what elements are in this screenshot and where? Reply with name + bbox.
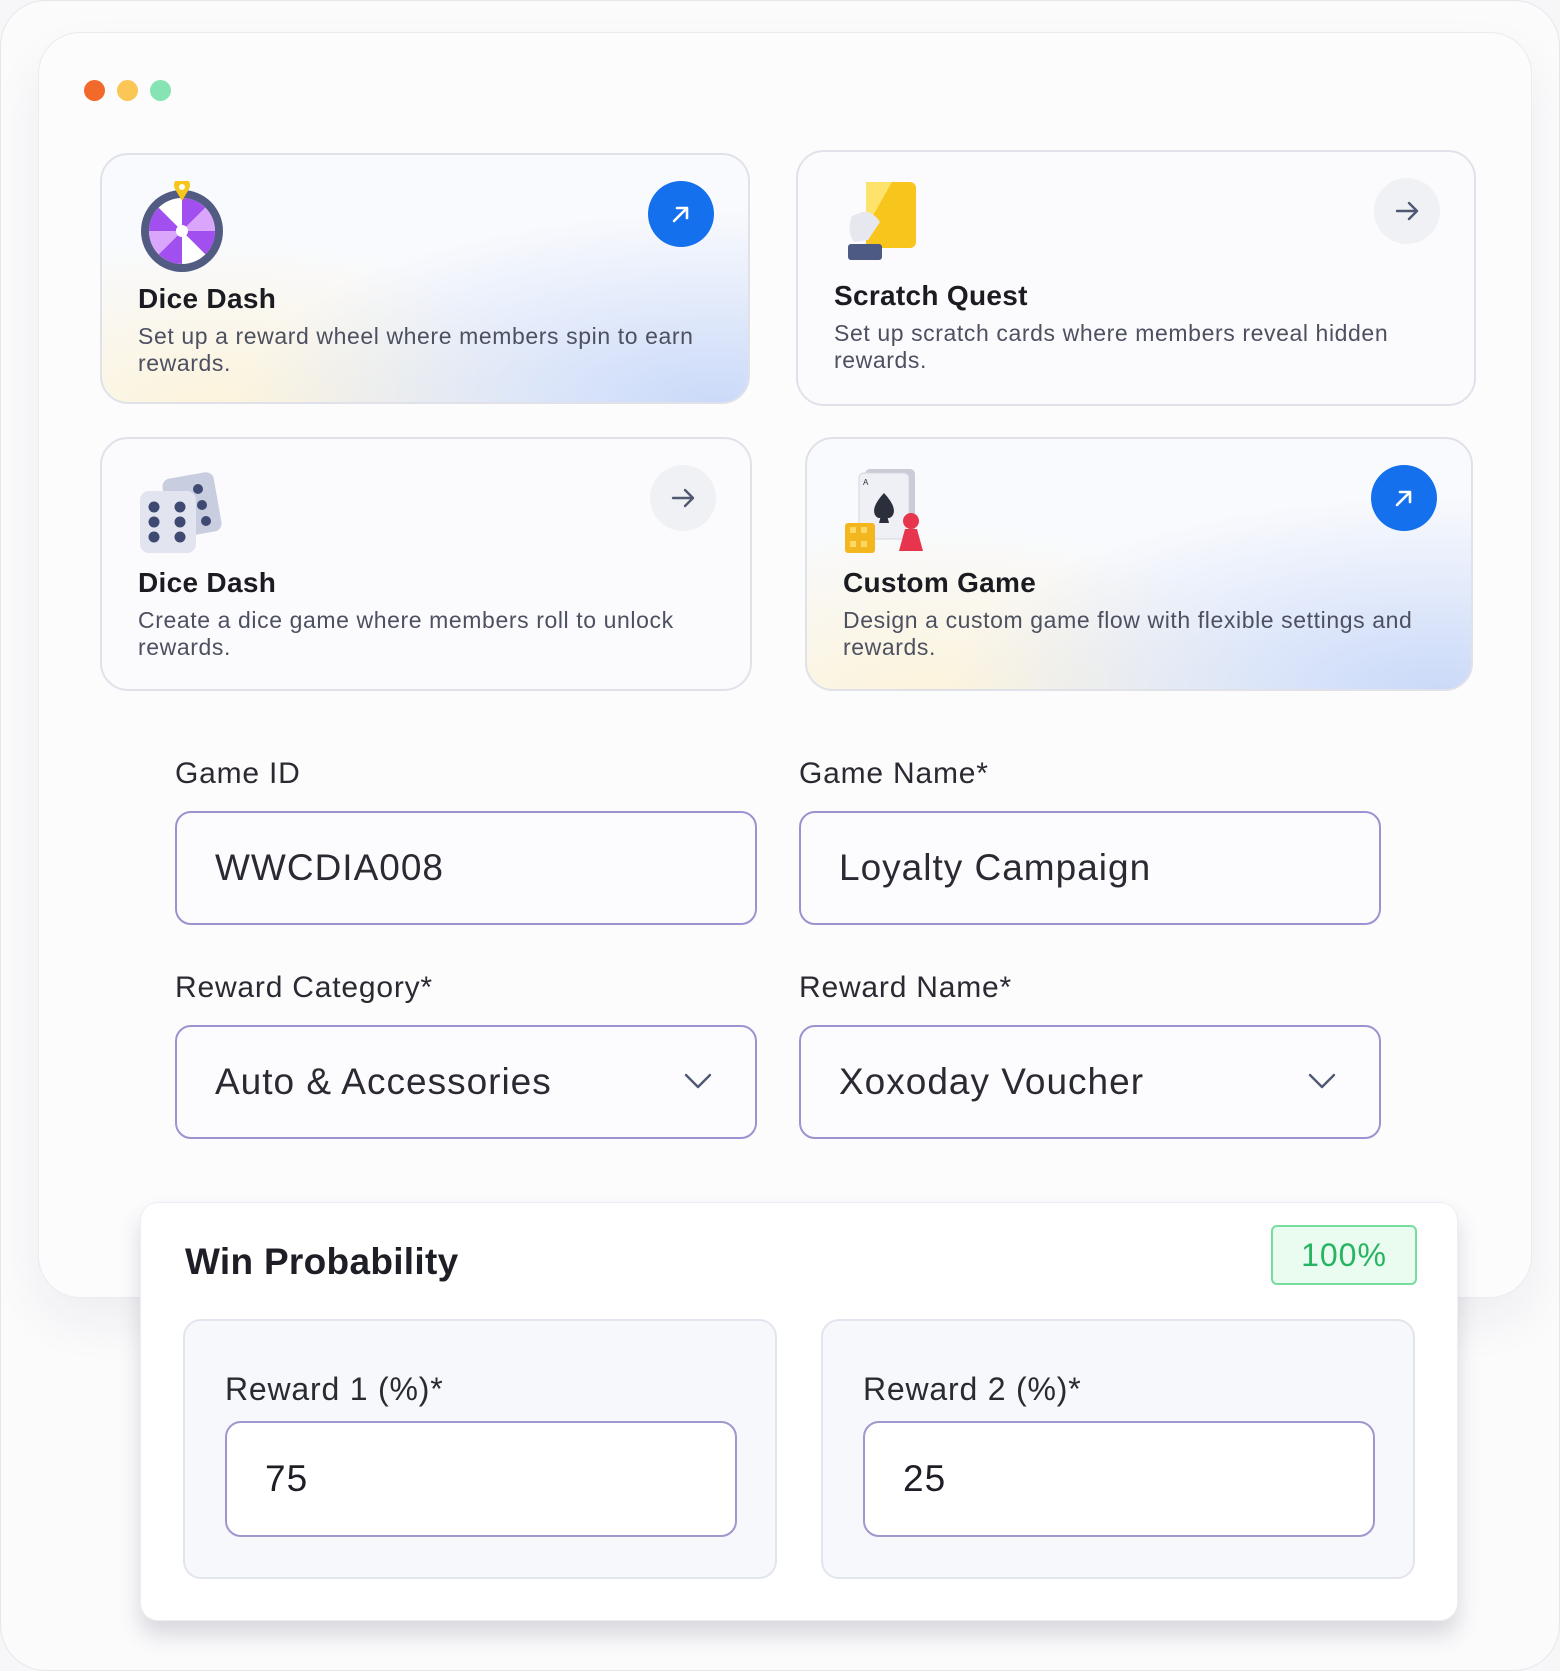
reward-category-select[interactable]: Auto & Accessories xyxy=(175,1025,757,1139)
game-id-field[interactable] xyxy=(175,811,757,925)
reward-wheel-icon xyxy=(136,177,228,273)
game-card-scratch-quest[interactable]: Scratch Quest Set up scratch cards where… xyxy=(796,150,1476,406)
game-name-label: Game Name* xyxy=(799,757,989,790)
win-probability-card: Win Probability 100% Reward 1 (%)* Rewar… xyxy=(140,1202,1458,1621)
reward-2-label: Reward 2 (%)* xyxy=(863,1371,1082,1407)
game-card-dice-dash-wheel[interactable]: Dice Dash Set up a reward wheel where me… xyxy=(100,153,750,404)
card-description: Design a custom game flow with flexible … xyxy=(843,607,1413,660)
card-description: Set up scratch cards where members revea… xyxy=(834,320,1389,373)
reward-category-label: Reward Category* xyxy=(175,971,433,1004)
card-description: Create a dice game where members roll to… xyxy=(138,607,674,660)
open-dice-dash-dice-button[interactable] xyxy=(650,465,716,531)
arrow-up-right-icon xyxy=(1395,490,1412,507)
card-title: Scratch Quest xyxy=(834,280,1028,311)
reward-2-field[interactable] xyxy=(863,1421,1375,1537)
reward-1-field[interactable] xyxy=(225,1421,737,1537)
game-card-dice-dash-dice[interactable]: Dice Dash Create a dice game where membe… xyxy=(100,437,752,691)
reward-category-value: Auto & Accessories xyxy=(215,1061,552,1102)
reward-name-label: Reward Name* xyxy=(799,971,1013,1004)
reward-name-select[interactable]: Xoxoday Voucher xyxy=(799,1025,1381,1139)
arrow-right-icon xyxy=(1395,201,1419,221)
maximize-dot[interactable] xyxy=(150,80,171,101)
game-card-custom-game[interactable]: A Custom Game Design a custom game flow … xyxy=(805,437,1473,691)
card-description: Set up a reward wheel where members spin… xyxy=(138,323,694,376)
arrow-up-right-icon xyxy=(672,206,689,223)
reward-1-label: Reward 1 (%)* xyxy=(225,1371,444,1407)
chevron-down-icon xyxy=(1308,1073,1336,1089)
reward-name-value: Xoxoday Voucher xyxy=(839,1061,1145,1102)
game-name-input[interactable] xyxy=(801,813,1379,923)
reward-2-input[interactable] xyxy=(865,1423,1373,1535)
cards-game-icon: A xyxy=(841,465,933,557)
open-custom-game-button[interactable] xyxy=(1371,465,1437,531)
card-title: Dice Dash xyxy=(138,567,277,598)
chevron-down-icon xyxy=(684,1073,712,1089)
reward-2-panel: Reward 2 (%)* xyxy=(821,1319,1415,1579)
open-scratch-quest-button[interactable] xyxy=(1374,178,1440,244)
game-id-input[interactable] xyxy=(177,813,755,923)
card-title: Custom Game xyxy=(843,567,1037,598)
reward-1-input[interactable] xyxy=(227,1423,735,1535)
close-dot[interactable] xyxy=(84,80,105,101)
arrow-right-icon xyxy=(671,488,695,508)
card-title: Dice Dash xyxy=(138,283,277,314)
game-id-label: Game ID xyxy=(175,757,301,790)
svg-text:A: A xyxy=(863,478,869,487)
total-probability-badge: 100% xyxy=(1271,1225,1417,1285)
minimize-dot[interactable] xyxy=(117,80,138,101)
scratch-card-icon xyxy=(832,178,924,270)
window-controls xyxy=(84,80,171,101)
win-probability-title: Win Probability xyxy=(185,1241,459,1282)
reward-1-panel: Reward 1 (%)* xyxy=(183,1319,777,1579)
open-dice-dash-wheel-button[interactable] xyxy=(648,181,714,247)
dice-icon xyxy=(136,465,228,557)
game-name-field[interactable] xyxy=(799,811,1381,925)
